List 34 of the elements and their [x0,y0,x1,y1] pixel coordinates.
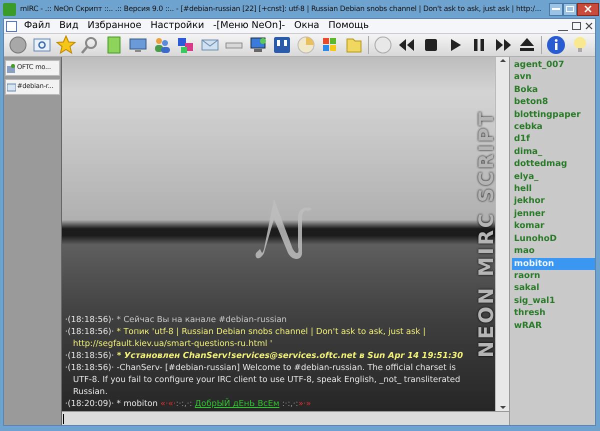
nick-item[interactable]: elya_ [512,170,595,184]
menu-item[interactable]: Избранное [84,18,146,34]
nick-item[interactable]: d1f [512,133,595,146]
nick-item[interactable]: mobiton [512,258,595,270]
menu-item[interactable]: Окна [290,18,324,34]
nick-item[interactable]: sig_wal1 [512,294,595,308]
chat-message: ·(18:18:56)· * Установлен ChanServ!services@services.oftc.net в Sun Apr 14 19:51:30 [65,349,464,361]
nick-item[interactable]: dima_ [512,146,595,158]
nick-item[interactable]: jekhor [512,195,595,208]
chat-message: ·(18:18:56)· * Сейчас Вы на канале #debian-russian [65,313,288,325]
nick-item[interactable]: raorn [512,270,595,282]
menu-item[interactable]: Вид [55,18,83,34]
nick-item[interactable]: beton8 [512,96,595,109]
nick-item[interactable]: agent_007 [512,59,595,72]
chat-message: ·(18:18:56)· * Топик 'utf-8 | Russian Debian snobs channel | Don't ask to ask, just ask | http://segfault.kiev.ua/smart-questions-ru.html ' [65,325,427,349]
nick-item[interactable]: Boka [512,84,595,96]
nick-item[interactable]: mao [512,245,595,258]
nick-item[interactable]: thresh [512,307,595,320]
nick-item[interactable]: sakal [512,282,595,295]
nick-item[interactable]: dottedmag [512,158,595,171]
nick-item[interactable]: cebka [512,121,595,134]
menu-item[interactable]: -[Меню NeOn]- [209,18,290,34]
nick-item[interactable]: LunohoD [512,232,595,246]
nick-item[interactable]: avn [512,71,595,84]
chat-message: ·(18:18:56)· -ChanServ- [#debian-russian] Welcome to #debian-russian. The official charset is UTF-8. If you fail to configure your IRC client to use UTF-8, speak English, _not_ transliterated Russian. [65,361,462,397]
menu-item[interactable]: Помощь [324,18,373,34]
chat-message: ·(18:20:09)· * mobiton «·«·:·:,·: ДобрЫЙ дЕнЬ ВсЕм :·:,·:»·» [65,397,312,409]
menu-item[interactable]: Файл [20,18,54,34]
nick-item[interactable]: jenner [512,208,595,220]
nick-item[interactable]: blottingpaper [512,108,595,122]
nick-item[interactable]: wRAR [512,320,595,332]
nick-item[interactable]: hell [512,183,595,196]
menu-item[interactable]: Настройки [146,18,208,34]
nick-item[interactable]: komar [512,220,595,233]
